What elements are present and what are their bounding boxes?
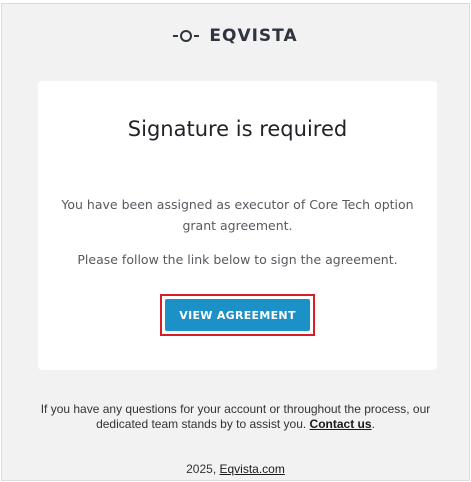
email-frame: EQVISTA Signature is required You have b… (1, 3, 470, 481)
view-agreement-button[interactable]: VIEW AGREEMENT (165, 299, 310, 331)
copyright-year: 2025, (186, 462, 217, 476)
contact-us-link[interactable]: Contact us (310, 417, 372, 431)
highlight-outline: VIEW AGREEMENT (160, 294, 315, 336)
assignment-message-line2: grant agreement. (182, 218, 293, 233)
assignment-message: You have been assigned as executor of Co… (58, 194, 417, 236)
signature-card: Signature is required You have been assi… (38, 81, 437, 370)
assignment-message-line1: You have been assigned as executor of Co… (61, 197, 414, 212)
instruction-message: Please follow the link below to sign the… (77, 252, 398, 267)
footer-help-text: If you have any questions for your accou… (40, 402, 431, 431)
eqvista-logo-icon (173, 30, 200, 42)
brand-logo: EQVISTA (2, 26, 469, 46)
eqvista-site-link[interactable]: Eqvista.com (220, 462, 285, 476)
brand-name: EQVISTA (209, 26, 298, 46)
card-title: Signature is required (127, 117, 348, 141)
footer-copyright: 2025, Eqvista.com (2, 462, 469, 476)
